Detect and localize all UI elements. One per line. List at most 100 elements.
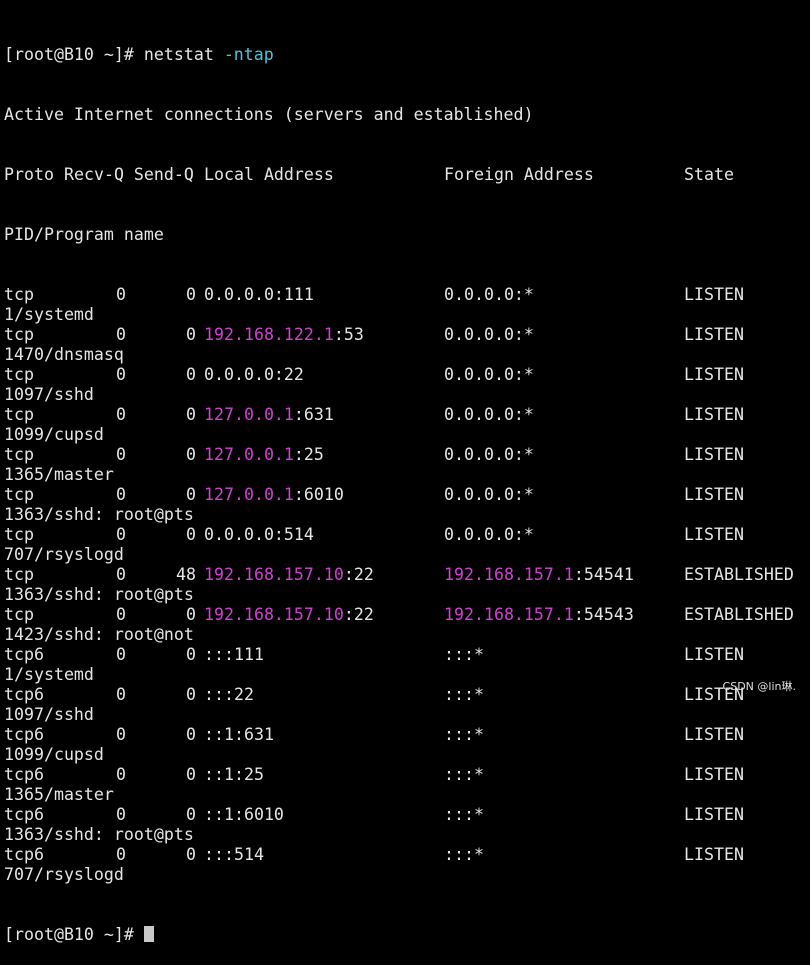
final-prompt: [root@B10 ~]# bbox=[4, 925, 144, 944]
local-port: :22 bbox=[343, 565, 374, 584]
row-local-address: 0.0.0.0:22 bbox=[204, 365, 304, 385]
row-local-address: :::111 bbox=[204, 645, 264, 665]
row-foreign-address: 0.0.0.0:* bbox=[444, 445, 534, 465]
local-port: 0.0.0.0:514 bbox=[204, 525, 314, 544]
terminal-window[interactable]: [root@B10 ~]# netstat -ntap Active Inter… bbox=[0, 0, 810, 944]
local-ip: 192.168.157.10 bbox=[204, 605, 344, 624]
row-foreign-address: 192.168.157.1:54541 bbox=[444, 565, 634, 585]
row-send-q: 0 bbox=[186, 605, 196, 624]
watermark: CSDN @lin琳. bbox=[722, 680, 796, 693]
row-local-address: 0.0.0.0:111 bbox=[204, 285, 314, 305]
row-program: 1/systemd bbox=[4, 305, 94, 324]
table-row: tcp 0 0 LISTEN 127.0.0.1:631 0.0.0.0:* bbox=[4, 405, 810, 425]
row-local-address: 127.0.0.1:6010 bbox=[204, 485, 344, 505]
row-program: 1097/sshd bbox=[4, 385, 94, 404]
row-foreign-address: :::* bbox=[444, 805, 484, 825]
connection-table: tcp 0 0 LISTEN 0.0.0.0:111 0.0.0.0:* 1/systemd… bbox=[4, 285, 810, 885]
row-state: ESTABLISHED bbox=[684, 605, 794, 624]
table-row: tcp 0 0 LISTEN 127.0.0.1:25 0.0.0.0:* bbox=[4, 445, 810, 465]
foreign-port: :::* bbox=[444, 645, 484, 664]
local-port: 0.0.0.0:111 bbox=[204, 285, 314, 304]
col-recv-send: Recv-Q Send-Q bbox=[64, 165, 194, 184]
row-send-q: 0 bbox=[186, 405, 196, 424]
local-port: :::111 bbox=[204, 645, 264, 664]
table-row: tcp6 0 0 LISTEN::1:25:::* bbox=[4, 765, 810, 785]
row-send-q: 0 bbox=[186, 365, 196, 384]
table-row: tcp 0 48 ESTABLISHED 192.168.157.10:22 192.16… bbox=[4, 565, 810, 585]
local-port: :22 bbox=[343, 605, 374, 624]
row-program: 1365/master bbox=[4, 465, 114, 484]
row-program: 1363/sshd: root@pts bbox=[4, 505, 194, 524]
foreign-port: :54543 bbox=[573, 605, 634, 624]
col-program-name: PID/Program name bbox=[4, 225, 164, 244]
table-row: tcp 0 0 ESTABLISHED 192.168.157.10:22 192.168… bbox=[4, 605, 810, 625]
col-foreign-address: Foreign Address bbox=[444, 165, 594, 184]
local-port: ::1:6010 bbox=[204, 805, 284, 824]
foreign-port: 0.0.0.0:* bbox=[444, 365, 534, 384]
row-local-address: 192.168.122.1:53 bbox=[204, 325, 364, 345]
local-port: ::1:25 bbox=[204, 765, 264, 784]
row-foreign-address: :::* bbox=[444, 725, 484, 745]
row-local-address: ::1:6010 bbox=[204, 805, 284, 825]
row-program: 1470/dnsmasq bbox=[4, 345, 124, 364]
row-foreign-address: 0.0.0.0:* bbox=[444, 525, 534, 545]
local-port: :25 bbox=[293, 445, 324, 464]
row-send-q: 0 bbox=[186, 645, 196, 664]
row-state: LISTEN bbox=[684, 645, 744, 664]
row-program: 1365/master bbox=[4, 785, 114, 804]
row-foreign-address: 0.0.0.0:* bbox=[444, 405, 534, 425]
table-row: tcp 0 0 LISTEN 0.0.0.0:111 0.0.0.0:* bbox=[4, 285, 810, 305]
table-row: tcp 0 0 LISTEN 127.0.0.1:6010 0.0.0.0:* bbox=[4, 485, 810, 505]
foreign-port: :::* bbox=[444, 805, 484, 824]
row-foreign-address: :::* bbox=[444, 645, 484, 665]
table-row: tcp6 0 0 LISTEN:::111:::* bbox=[4, 645, 810, 665]
local-port: :::514 bbox=[204, 845, 264, 864]
foreign-port: 0.0.0.0:* bbox=[444, 325, 534, 344]
column-header-row: Proto Recv-Q Send-Q Local Address Foreig… bbox=[4, 165, 810, 185]
row-foreign-address: 0.0.0.0:* bbox=[444, 285, 534, 305]
row-state: LISTEN bbox=[684, 765, 744, 784]
foreign-port: 0.0.0.0:* bbox=[444, 285, 534, 304]
table-row: tcp6 0 0 LISTEN::1:6010:::* bbox=[4, 805, 810, 825]
row-program: 1363/sshd: root@pts bbox=[4, 585, 194, 604]
foreign-port: :::* bbox=[444, 725, 484, 744]
row-foreign-address: 192.168.157.1:54543 bbox=[444, 605, 634, 625]
row-state: LISTEN bbox=[684, 285, 744, 304]
row-send-q: 0 bbox=[186, 325, 196, 344]
foreign-port: :54541 bbox=[573, 565, 634, 584]
final-prompt-line[interactable]: [root@B10 ~]# bbox=[4, 925, 810, 945]
row-local-address: :::514 bbox=[204, 845, 264, 865]
foreign-port: 0.0.0.0:* bbox=[444, 445, 534, 464]
text-cursor bbox=[143, 926, 154, 942]
row-program: 707/rsyslogd bbox=[4, 865, 124, 884]
table-row: tcp6 0 0 LISTEN:::514:::* bbox=[4, 845, 810, 865]
foreign-port: 0.0.0.0:* bbox=[444, 525, 534, 544]
foreign-ip: 192.168.157.1 bbox=[444, 605, 574, 624]
row-send-q: 0 bbox=[186, 765, 196, 784]
command-text: netstat bbox=[143, 45, 214, 64]
col-proto: Proto bbox=[4, 165, 54, 184]
row-state: LISTEN bbox=[684, 485, 744, 504]
row-local-address: 192.168.157.10:22 bbox=[204, 565, 374, 585]
row-send-q: 0 bbox=[186, 845, 196, 864]
row-send-q: 48 bbox=[176, 565, 196, 584]
row-program: 1099/cupsd bbox=[4, 425, 104, 444]
row-state: LISTEN bbox=[684, 525, 744, 544]
foreign-port: 0.0.0.0:* bbox=[444, 485, 534, 504]
row-send-q: 0 bbox=[186, 685, 196, 704]
local-ip: 192.168.157.10 bbox=[204, 565, 344, 584]
local-ip: 127.0.0.1 bbox=[204, 485, 294, 504]
foreign-port: :::* bbox=[444, 765, 484, 784]
row-send-q: 0 bbox=[186, 525, 196, 544]
col-state: State bbox=[684, 165, 734, 184]
table-row: tcp 0 0 LISTEN 0.0.0.0:514 0.0.0.0:* bbox=[4, 525, 810, 545]
row-local-address: :::22 bbox=[204, 685, 254, 705]
row-program: 707/rsyslogd bbox=[4, 545, 124, 564]
command-flag: -ntap bbox=[223, 45, 274, 64]
row-foreign-address: :::* bbox=[444, 765, 484, 785]
row-foreign-address: 0.0.0.0:* bbox=[444, 325, 534, 345]
row-send-q: 0 bbox=[186, 805, 196, 824]
command-line: [root@B10 ~]# netstat -ntap bbox=[4, 45, 810, 65]
row-local-address: 127.0.0.1:631 bbox=[204, 405, 334, 425]
table-row: tcp 0 0 LISTEN 0.0.0.0:22 0.0.0.0:* bbox=[4, 365, 810, 385]
